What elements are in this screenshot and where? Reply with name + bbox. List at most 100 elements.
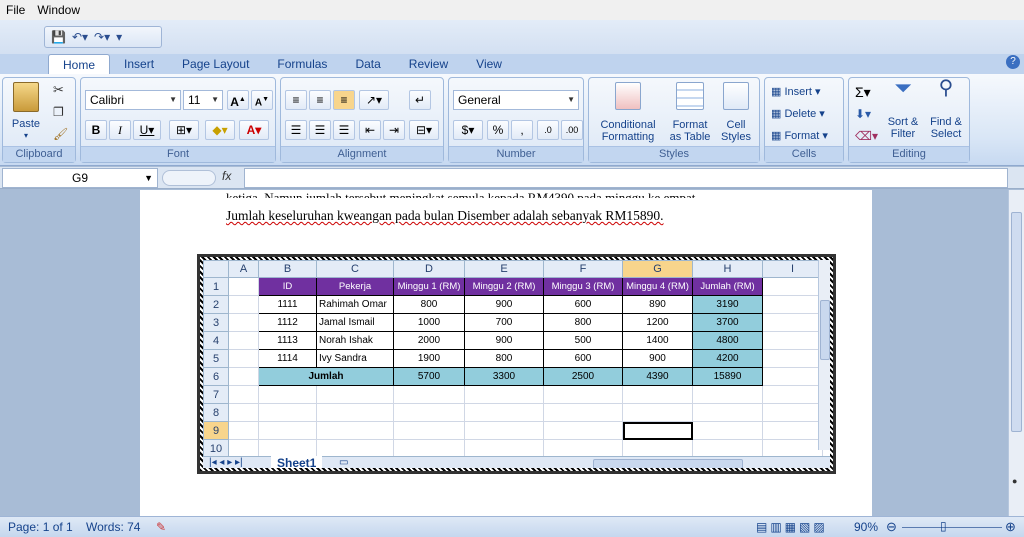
cell[interactable]: Rahimah Omar: [316, 295, 394, 314]
increase-indent-button[interactable]: ⇥: [383, 120, 405, 140]
row-header[interactable]: 7: [203, 385, 229, 404]
formula-input[interactable]: [244, 168, 1008, 188]
cell[interactable]: 900: [622, 349, 693, 368]
help-icon[interactable]: ?: [1006, 55, 1020, 69]
col-header[interactable]: H: [692, 260, 763, 278]
cell[interactable]: [762, 385, 823, 404]
view-buttons-icon[interactable]: ▤▥▦▧▨: [756, 520, 828, 534]
cell[interactable]: 900: [464, 295, 544, 314]
tab-formulas[interactable]: Formulas: [263, 54, 341, 74]
format-as-table-button[interactable]: Format as Table: [669, 82, 711, 143]
cell[interactable]: 800: [464, 349, 544, 368]
redo-icon[interactable]: ↷▾: [94, 30, 110, 44]
font-name-combo[interactable]: Calibri ▼: [85, 90, 181, 110]
cell[interactable]: [228, 295, 259, 314]
cell[interactable]: 2000: [393, 331, 465, 350]
orientation-button[interactable]: ↗▾: [359, 90, 389, 110]
header-cell[interactable]: Minggu 4 (RM): [622, 277, 693, 296]
cell[interactable]: 15890: [692, 367, 763, 386]
cell[interactable]: 1400: [622, 331, 693, 350]
cell[interactable]: [543, 385, 623, 404]
cell[interactable]: [258, 385, 317, 404]
cell[interactable]: 600: [543, 295, 623, 314]
align-bottom-button[interactable]: ≡: [333, 90, 355, 110]
cell[interactable]: 3190: [692, 295, 763, 314]
tab-insert[interactable]: Insert: [110, 54, 168, 74]
cell[interactable]: [316, 385, 394, 404]
paste-button[interactable]: Paste ▾: [9, 82, 43, 142]
cell[interactable]: [762, 439, 823, 458]
row-header[interactable]: 4: [203, 331, 229, 350]
copy-icon[interactable]: ❐: [53, 106, 64, 118]
col-header[interactable]: C: [316, 260, 394, 278]
proofing-icon[interactable]: ✎: [156, 520, 166, 534]
zoom-slider-thumb[interactable]: ▯: [940, 519, 947, 533]
cell[interactable]: [622, 385, 693, 404]
tab-data[interactable]: Data: [341, 54, 394, 74]
merge-center-button[interactable]: ⊟▾: [409, 120, 439, 140]
menu-file[interactable]: File: [0, 3, 31, 17]
cell[interactable]: 800: [543, 313, 623, 332]
percent-button[interactable]: %: [487, 120, 509, 140]
cell[interactable]: [393, 439, 465, 458]
cell[interactable]: [762, 367, 823, 386]
word-count[interactable]: Words: 74: [86, 520, 140, 534]
cell[interactable]: [692, 385, 763, 404]
row-header[interactable]: 8: [203, 403, 229, 422]
cell[interactable]: [228, 367, 259, 386]
total-label-cell[interactable]: Jumlah: [258, 367, 394, 386]
row-header[interactable]: 3: [203, 313, 229, 332]
cell[interactable]: [228, 277, 259, 296]
autosum-icon[interactable]: Σ▾: [855, 85, 871, 99]
cell[interactable]: [393, 385, 465, 404]
grow-font-button[interactable]: A▲: [227, 90, 249, 110]
tab-review[interactable]: Review: [395, 54, 462, 74]
cell[interactable]: Ivy Sandra: [316, 349, 394, 368]
header-cell[interactable]: Jumlah (RM): [692, 277, 763, 296]
cell[interactable]: 5700: [393, 367, 465, 386]
cell[interactable]: 890: [622, 295, 693, 314]
browse-object-icon[interactable]: ●: [1012, 476, 1017, 486]
row-header[interactable]: 5: [203, 349, 229, 368]
cell[interactable]: [622, 439, 693, 458]
align-right-button[interactable]: ☰: [333, 120, 355, 140]
sheet-horizontal-thumb[interactable]: [593, 459, 743, 468]
tab-view[interactable]: View: [462, 54, 516, 74]
cell[interactable]: [543, 403, 623, 422]
cell[interactable]: [228, 421, 259, 440]
cell[interactable]: [762, 403, 823, 422]
save-icon[interactable]: 💾: [51, 30, 66, 44]
header-cell[interactable]: Minggu 2 (RM): [464, 277, 544, 296]
col-header[interactable]: G: [622, 260, 693, 278]
row-header[interactable]: 10: [203, 439, 229, 458]
row-header[interactable]: 9: [203, 421, 229, 440]
cell[interactable]: [692, 439, 763, 458]
cell[interactable]: 1113: [258, 331, 317, 350]
header-cell[interactable]: ID: [258, 277, 317, 296]
increase-decimal-button[interactable]: .0: [537, 120, 559, 140]
cell[interactable]: [228, 349, 259, 368]
sheet-vertical-thumb[interactable]: [820, 300, 830, 360]
cell[interactable]: [258, 403, 317, 422]
cell[interactable]: Jamal Ismail: [316, 313, 394, 332]
cell[interactable]: [464, 421, 544, 440]
row-header[interactable]: 6: [203, 367, 229, 386]
cell[interactable]: [228, 331, 259, 350]
cell[interactable]: [762, 295, 823, 314]
cell[interactable]: [762, 313, 823, 332]
cell[interactable]: 1112: [258, 313, 317, 332]
cell[interactable]: [464, 385, 544, 404]
conditional-formatting-button[interactable]: Conditional Formatting: [593, 82, 663, 143]
decrease-decimal-button[interactable]: .00: [561, 120, 583, 140]
sheet-nav-icon[interactable]: |◂ ◂ ▸ ▸|: [209, 457, 243, 468]
currency-button[interactable]: $▾: [453, 120, 483, 140]
align-left-button[interactable]: ☰: [285, 120, 307, 140]
cell[interactable]: [762, 277, 823, 296]
cell[interactable]: 4800: [692, 331, 763, 350]
align-middle-button[interactable]: ≡: [309, 90, 331, 110]
sort-filter-button[interactable]: ⏷ Sort & Filter: [883, 77, 923, 141]
embedded-spreadsheet[interactable]: A B C D E F G H I 1 ID Pekerja Minggu 1 …: [197, 254, 836, 474]
sheet-vertical-scrollbar[interactable]: [818, 260, 830, 450]
cell[interactable]: [622, 403, 693, 422]
cell[interactable]: [228, 385, 259, 404]
